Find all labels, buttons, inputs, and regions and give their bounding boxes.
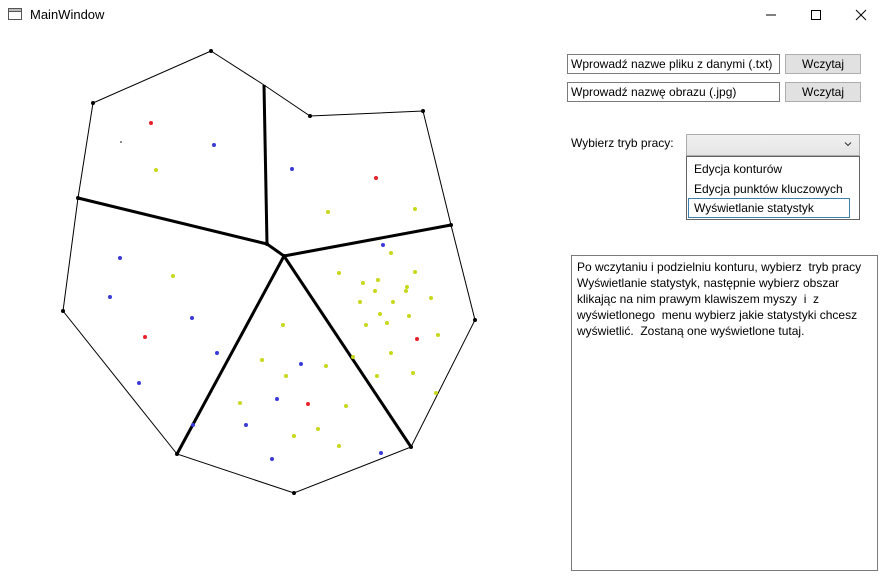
window-title: MainWindow [30,7,105,22]
image-file-input[interactable]: Wprowadź nazwę obrazu (.jpg) [567,82,780,102]
key-points-blue [108,143,385,461]
close-icon [855,9,867,21]
contour-divisions [77,84,452,455]
load-data-button[interactable]: Wczytaj [785,54,861,74]
minimize-button[interactable] [748,0,794,30]
load-image-button[interactable]: Wczytaj [785,82,861,102]
maximize-button[interactable] [793,0,839,30]
mode-label: Wybierz tryb pracy: [571,136,674,150]
app-icon [8,8,22,20]
maximize-icon [811,10,821,20]
key-points-yellow [154,168,440,448]
contour-canvas[interactable] [0,30,560,576]
close-button[interactable] [838,0,880,30]
data-file-input[interactable]: Wprowadź nazwe pliku z danymi (.txt) [567,54,780,74]
chevron-down-icon [844,142,852,147]
option-show-statistics[interactable]: Wyświetlanie statystyk [688,198,850,218]
option-edit-key-points[interactable]: Edycja punktów kluczowych [688,179,858,199]
key-point-black [120,141,122,143]
statistics-output[interactable]: Po wczytaniu i podzielniu konturu, wybie… [571,255,878,571]
mode-select-dropdown: Edycja konturów Edycja punktów kluczowyc… [686,156,860,220]
title-bar: MainWindow [0,0,880,30]
mode-select[interactable] [686,134,860,156]
option-edit-contours[interactable]: Edycja konturów [688,159,858,179]
minimize-icon [766,14,776,16]
